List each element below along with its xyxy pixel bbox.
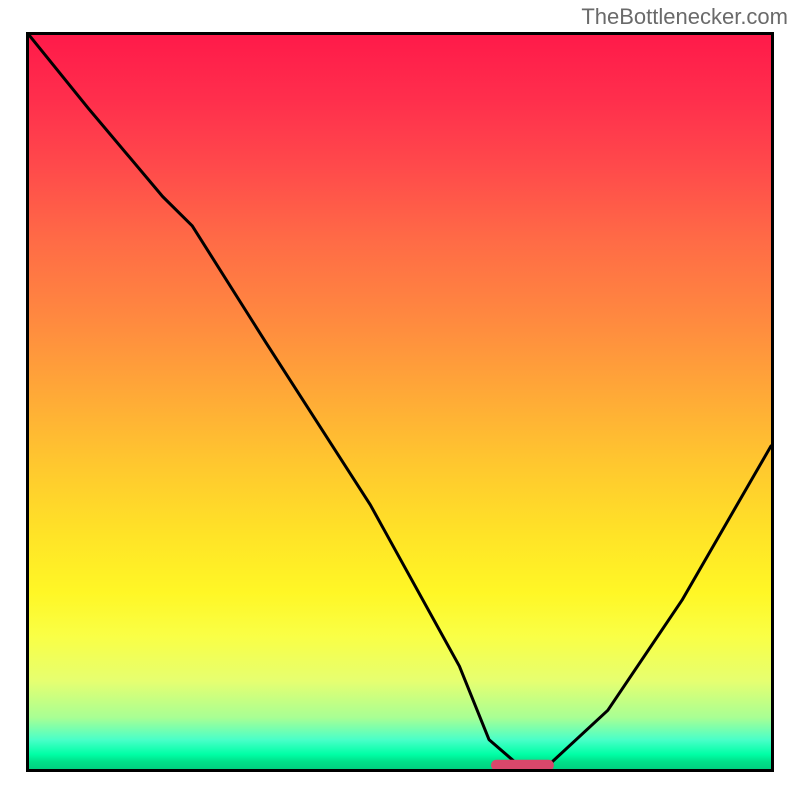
chart-plot-area — [26, 32, 774, 772]
watermark-text: TheBottlenecker.com — [581, 4, 788, 30]
bottleneck-curve-line — [29, 35, 771, 765]
chart-svg — [29, 35, 771, 769]
